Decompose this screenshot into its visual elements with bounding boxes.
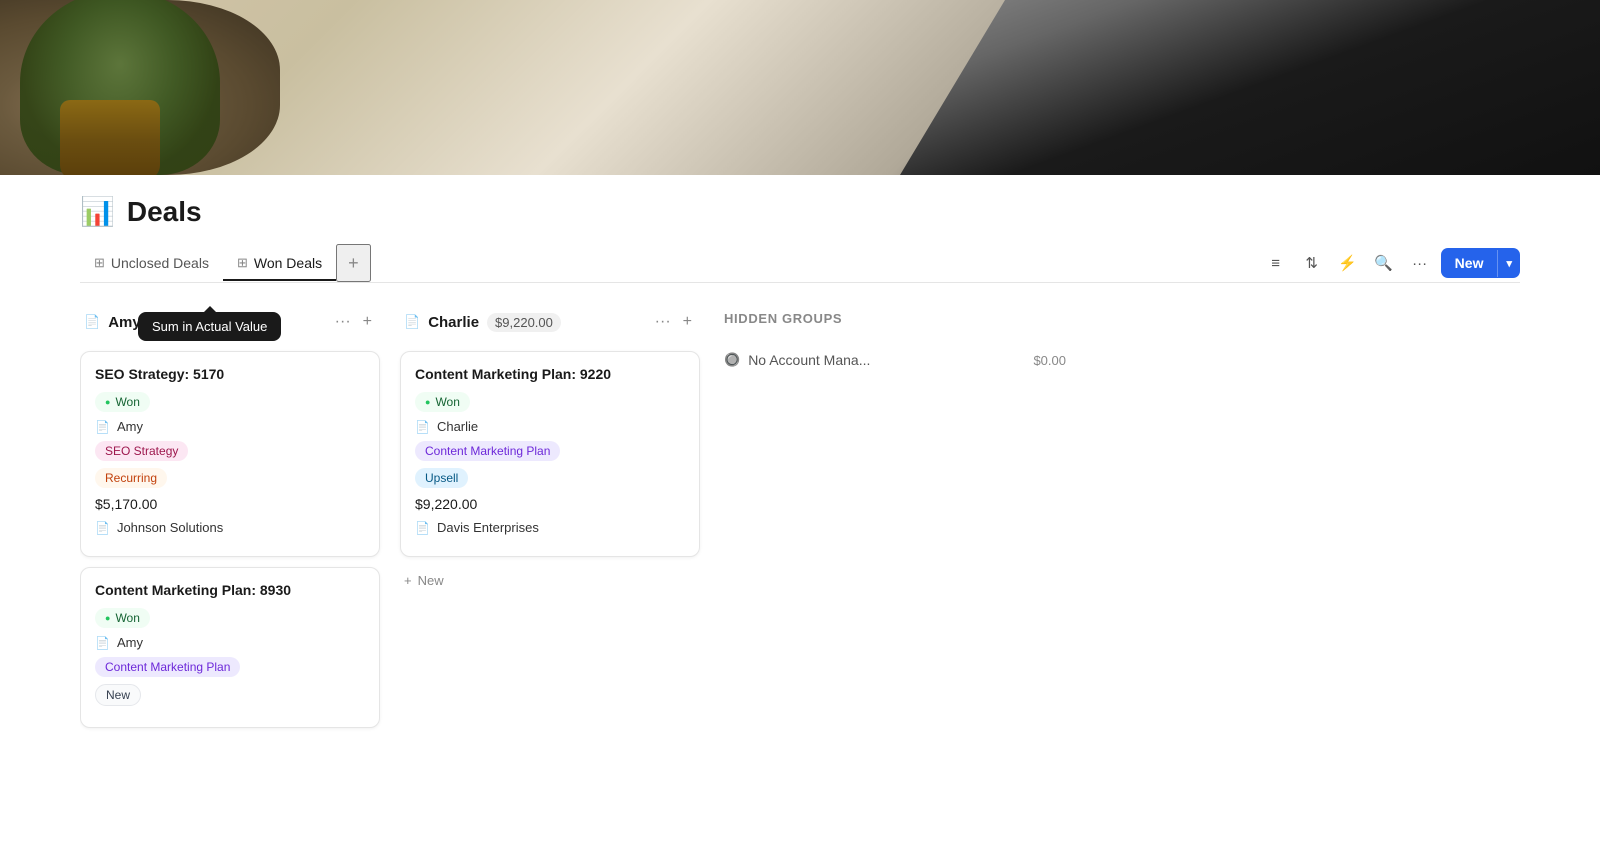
sort-button[interactable]: ⇅ bbox=[1297, 248, 1327, 278]
card-assignee-field: 📄 Amy bbox=[95, 635, 365, 650]
card-content-marketing-8930[interactable]: Content Marketing Plan: 8930 Won 📄 Amy C… bbox=[80, 567, 380, 728]
tag-content-marketing: Content Marketing Plan bbox=[415, 441, 560, 461]
column-header-charlie: 📄 Charlie $9,220.00 ··· + bbox=[400, 303, 700, 341]
hidden-groups-title: Hidden groups bbox=[720, 303, 1070, 334]
column-icon-amy: 📄 bbox=[84, 314, 100, 330]
card-status-field: Won bbox=[95, 608, 365, 628]
card-company-field: 📄 Davis Enterprises bbox=[415, 520, 685, 535]
card-title: Content Marketing Plan: 9220 bbox=[415, 366, 685, 382]
card-amount: $9,220.00 bbox=[415, 496, 685, 512]
column-actions-amy: ··· + bbox=[331, 311, 376, 333]
hero-banner bbox=[0, 0, 1600, 175]
card-type-field: Upsell bbox=[415, 468, 685, 488]
tag-recurring: Recurring bbox=[95, 468, 167, 488]
column-amy: 📄 Amy $14,100.00 ··· + SEO Strategy: 517… bbox=[80, 303, 380, 738]
column-name-amy: Amy bbox=[108, 314, 141, 331]
card-assignee-field: 📄 Amy bbox=[95, 419, 365, 434]
new-button[interactable]: New ▾ bbox=[1441, 248, 1520, 278]
assignee-icon: 📄 bbox=[95, 636, 110, 650]
card-status-field: Won bbox=[95, 392, 365, 412]
tab-icon-unclosed: ⊞ bbox=[94, 255, 105, 271]
status-badge-won: Won bbox=[415, 392, 470, 412]
card-tags-field: Content Marketing Plan bbox=[415, 441, 685, 461]
card-company-field: 📄 Johnson Solutions bbox=[95, 520, 365, 535]
tag-content-marketing: Content Marketing Plan bbox=[95, 657, 240, 677]
add-icon: + bbox=[404, 573, 412, 588]
assignee-icon: 📄 bbox=[95, 420, 110, 434]
card-content-marketing-9220[interactable]: Content Marketing Plan: 9220 Won 📄 Charl… bbox=[400, 351, 700, 557]
tag-new: New bbox=[95, 684, 141, 706]
filter-button[interactable]: ≡ bbox=[1261, 248, 1291, 278]
column-icon-charlie: 📄 bbox=[404, 314, 420, 330]
column-sum-charlie: $9,220.00 bbox=[487, 313, 561, 332]
assignee-icon: 📄 bbox=[415, 420, 430, 434]
card-type-field: New bbox=[95, 684, 365, 706]
company-icon: 📄 bbox=[95, 521, 110, 535]
hidden-groups-column: Hidden groups 🔘 No Account Mana... $0.00 bbox=[720, 303, 1070, 376]
tab-unclosed-deals[interactable]: ⊞ Unclosed Deals bbox=[80, 247, 223, 281]
card-title: Content Marketing Plan: 8930 bbox=[95, 582, 365, 598]
keyboard-decoration bbox=[900, 0, 1600, 175]
card-title: SEO Strategy: 5170 bbox=[95, 366, 365, 382]
card-seo-strategy-5170[interactable]: SEO Strategy: 5170 Won 📄 Amy SEO Strateg… bbox=[80, 351, 380, 557]
status-badge-won: Won bbox=[95, 608, 150, 628]
company-icon: 📄 bbox=[415, 521, 430, 535]
tab-won-deals[interactable]: ⊞ Won Deals bbox=[223, 247, 336, 281]
page-header: 📊 Deals bbox=[80, 195, 1520, 228]
page-content: 📊 Deals ⊞ Unclosed Deals ⊞ Won Deals + ≡… bbox=[0, 175, 1600, 778]
new-button-label: New bbox=[1441, 248, 1498, 278]
add-tab-button[interactable]: + bbox=[336, 244, 371, 282]
automation-button[interactable]: ⚡ bbox=[1333, 248, 1363, 278]
tag-seo-strategy: SEO Strategy bbox=[95, 441, 188, 461]
more-button[interactable]: ··· bbox=[1405, 248, 1435, 278]
kanban-board: 📄 Amy $14,100.00 ··· + SEO Strategy: 517… bbox=[80, 283, 1520, 758]
tab-icon-won: ⊞ bbox=[237, 255, 248, 271]
toolbar-right: ≡ ⇅ ⚡ 🔍 ··· New ▾ bbox=[1261, 248, 1520, 278]
status-badge-won: Won bbox=[95, 392, 150, 412]
column-more-charlie[interactable]: ··· bbox=[651, 311, 675, 333]
column-sum-amy: $14,100.00 bbox=[149, 313, 230, 332]
hidden-group-item: 🔘 No Account Mana... $0.00 bbox=[720, 344, 1070, 376]
card-type-field: Recurring bbox=[95, 468, 365, 488]
hidden-group-amount: $0.00 bbox=[1033, 353, 1066, 368]
card-tags-field: SEO Strategy bbox=[95, 441, 365, 461]
column-header-amy: 📄 Amy $14,100.00 ··· + bbox=[80, 303, 380, 341]
column-charlie: 📄 Charlie $9,220.00 ··· + Content Market… bbox=[400, 303, 700, 594]
hidden-group-icon: 🔘 bbox=[724, 352, 740, 368]
tabs-bar: ⊞ Unclosed Deals ⊞ Won Deals + ≡ ⇅ ⚡ 🔍 ·… bbox=[80, 244, 1520, 283]
column-name-charlie: Charlie bbox=[428, 314, 479, 331]
column-actions-charlie: ··· + bbox=[651, 311, 696, 333]
card-assignee-field: 📄 Charlie bbox=[415, 419, 685, 434]
column-more-amy[interactable]: ··· bbox=[331, 311, 355, 333]
page-icon: 📊 bbox=[80, 195, 115, 228]
new-button-chevron[interactable]: ▾ bbox=[1497, 250, 1520, 277]
pot-decoration bbox=[60, 100, 160, 175]
card-status-field: Won bbox=[415, 392, 685, 412]
hidden-group-name: No Account Mana... bbox=[748, 352, 1025, 368]
column-add-charlie[interactable]: + bbox=[679, 311, 696, 333]
search-button[interactable]: 🔍 bbox=[1369, 248, 1399, 278]
tag-upsell: Upsell bbox=[415, 468, 468, 488]
card-tags-field: Content Marketing Plan bbox=[95, 657, 365, 677]
add-card-charlie[interactable]: + New bbox=[400, 567, 700, 594]
column-add-amy[interactable]: + bbox=[359, 311, 376, 333]
page-title: Deals bbox=[127, 196, 202, 228]
card-amount: $5,170.00 bbox=[95, 496, 365, 512]
